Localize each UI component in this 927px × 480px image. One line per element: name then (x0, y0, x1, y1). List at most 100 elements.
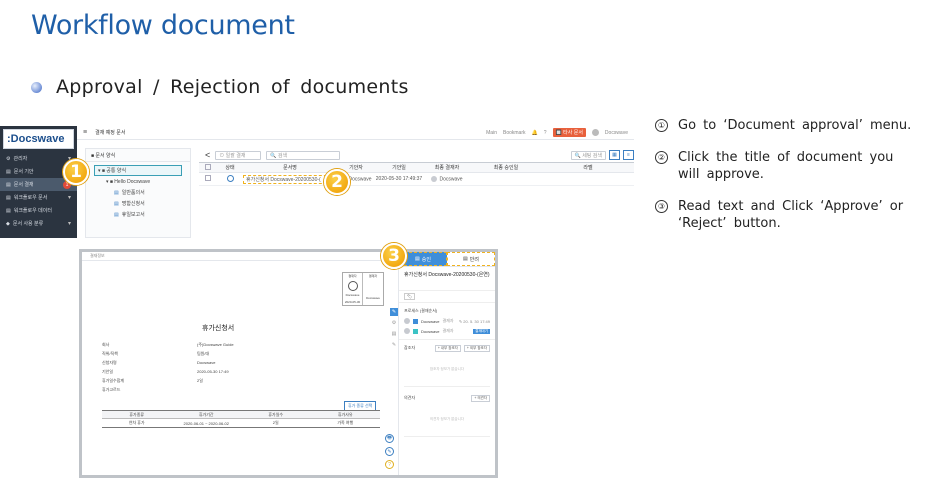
column-header[interactable]: 최종 결재자 (423, 164, 471, 171)
stamp-header: 결재자 (368, 274, 378, 278)
bullet-text: Approval / Rejection of documents (56, 76, 409, 98)
document-icon: ▤ (114, 200, 119, 207)
field-label: 휴가고르드 (102, 386, 121, 392)
column-header[interactable]: 기안일 (375, 164, 423, 171)
approver-meta: ✎ 20. 5. 30 17:49 (458, 318, 490, 324)
list-icon[interactable]: ▤ (390, 330, 398, 338)
sidebar-item-workflow-data[interactable]: ▤ 워크플로우 데이터 (0, 204, 77, 217)
add-opinion-button[interactable]: + 의견자 (471, 394, 490, 402)
panel-document-title: 휴가신청서 Docswave-20200530-(은연) (399, 267, 495, 291)
form-tree-panel: ■ 문서 양식 ▾ ■ 공통 양식 ▾ ■ Hello Docswave ▤ 일… (85, 148, 191, 238)
section-label: 프로세스 (결재순서) (404, 308, 438, 313)
hamburger-menu-icon[interactable]: ≡ (83, 129, 87, 136)
row-checkbox[interactable] (199, 175, 217, 183)
tree-item-common-forms[interactable]: ▾ ■ 공통 양식 (94, 165, 182, 176)
step-number: ② (655, 151, 668, 164)
slide-title: Workflow document (31, 10, 295, 41)
column-header: 휴가사유 (337, 411, 353, 417)
table-cell: 연차 휴가 (128, 420, 145, 425)
grid-view-icon[interactable]: ▦ (609, 150, 620, 160)
bookmark-link[interactable]: Bookmark (503, 130, 526, 136)
step-item: ① Go to ‘Document approval’ menu. (655, 117, 920, 134)
table-row[interactable]: 휴가신청서 Docswave-20200530-( Docswave 2020-… (199, 173, 634, 186)
field-value: 2일 (197, 377, 203, 383)
tag-section: 🏷 (399, 291, 495, 302)
section-label: 참조자 (404, 345, 416, 350)
field-label: 휴가일수합계 (102, 377, 125, 383)
approver-role: 결재자 (442, 328, 454, 333)
callout-step-2: 2 (324, 169, 350, 195)
document-icon: ▤ (415, 256, 420, 262)
edit-icon[interactable]: ✎ (385, 447, 394, 456)
stamp-header: 결재자 (348, 274, 357, 278)
search-settings-button[interactable]: 🔍 세팅 검색 (570, 150, 606, 160)
tag-icon[interactable]: 🏷 (404, 293, 416, 300)
column-header: 휴가일수 (268, 411, 284, 417)
bulk-approve-select[interactable]: ⊙ 일괄 결재 (215, 150, 262, 160)
approver-name: Docswave (421, 328, 440, 334)
column-header[interactable]: 라벨 (541, 164, 634, 171)
table-header: 휴가종류 휴가기간 휴가일수 휴가사유 (102, 410, 380, 419)
help-icon[interactable]: ? (385, 460, 394, 469)
add-internal-cc-button[interactable]: + 내부 참조자 (434, 344, 461, 352)
toolbar-right: 🔍 세팅 검색 ▦ ≡ (570, 150, 634, 160)
print-icon[interactable]: 🖶 (385, 434, 394, 443)
external-docs-button[interactable]: 🔲 타사 문서 (552, 128, 586, 137)
approver-row: Docswave 결재자 ✎ 20. 5. 30 17:49 (404, 316, 490, 326)
field-row: 휴가고르드 (102, 385, 362, 394)
settings-icon[interactable]: ⚙ (390, 319, 398, 327)
cc-header: 참조자 + 내부 참조자 + 외부 참조자 (404, 343, 490, 353)
step-item: ③ Read text and Click ‘Approve’ or ‘Reje… (655, 198, 920, 232)
column-header[interactable]: 문서명 (243, 164, 337, 171)
approver-name: Docswave (421, 318, 440, 324)
field-row: 직위/직책 팀원/대 (102, 349, 362, 358)
stamp-cell: 결재자 Docswave (363, 273, 383, 305)
steps-list: ① Go to ‘Document approval’ menu. ② Clic… (655, 117, 920, 247)
user-avatar[interactable] (591, 129, 599, 136)
tree-item-label: ▾ ■ Hello Docswave (106, 178, 151, 185)
column-header[interactable]: 상태 (217, 164, 243, 171)
list-view-icon[interactable]: ≡ (623, 150, 634, 160)
reject-button[interactable]: ▤ 반려 (447, 252, 495, 266)
tree-item-hello-docswave[interactable]: ▾ ■ Hello Docswave (86, 176, 190, 187)
sidebar-item-label: 문서 사용 분류 (12, 221, 44, 227)
field-value: Docswave (197, 360, 216, 365)
approval-tabs: ▤ 승인 ▤ 반려 (399, 252, 495, 267)
status-play-icon (217, 174, 243, 184)
document-icon: ▤ (6, 207, 11, 214)
step-text: Click the title of document you will app… (678, 150, 894, 182)
callout-step-3: 3 (381, 243, 407, 269)
document-view: 결재정보 결재자 Docswave 2020-05-30 결재자 Docswav… (82, 252, 384, 475)
chevron-left-icon[interactable]: < (205, 150, 210, 160)
tree-item-form[interactable]: ▤ 일반품의서 (86, 187, 190, 198)
sidebar-item-label: 문서 기안 (13, 169, 34, 175)
step-text: Go to ‘Document approval’ menu. (678, 118, 912, 133)
column-header[interactable]: 최종 승인일 (471, 164, 541, 171)
drafter-name: Docswave (348, 176, 372, 183)
search-input[interactable]: 🔍 검색 (266, 150, 341, 160)
select-all-checkbox[interactable] (199, 163, 217, 172)
table-row: 연차 휴가 2020-06-01 ~ 2020-06-02 2일 가족 여행 (102, 419, 380, 428)
cc-empty-text: 참조자 정보가 없습니다 (404, 353, 490, 387)
help-icon[interactable]: ? (544, 130, 547, 136)
tree-item-form[interactable]: ▤ 명함신청서 (86, 198, 190, 209)
sidebar-item-doc-category[interactable]: ◆ 문서 사용 분류 ▾ (0, 217, 77, 230)
side-tools: ✎ ⚙ ▤ ✎ (390, 308, 398, 349)
section-label: 의견자 (404, 395, 416, 400)
add-external-cc-button[interactable]: + 외부 참조자 (463, 344, 490, 352)
bullet-dot-icon (31, 81, 42, 93)
field-label: 신청자명 (102, 359, 117, 365)
document-title-link[interactable]: 휴가신청서 Docswave-20200530-( (243, 174, 337, 184)
main-link[interactable]: Main (486, 130, 497, 136)
user-name[interactable]: Docswave (605, 130, 628, 136)
avatar (404, 318, 410, 324)
tree-item-form[interactable]: ▤ 휴일보고서 (86, 209, 190, 220)
bullet-row: Approval / Rejection of documents (31, 76, 409, 98)
column-header: 휴가종류 (129, 411, 145, 417)
edit-icon[interactable]: ✎ (390, 308, 398, 316)
sidebar-item-workflow-docs[interactable]: ▤ 워크플로우 문서 ▾ (0, 191, 77, 204)
step-item: ② Click the title of document you will a… (655, 149, 920, 183)
pen-icon[interactable]: ✎ (390, 341, 398, 349)
bell-icon[interactable]: 🔔 (532, 130, 538, 136)
approver-role: 결재자 (442, 318, 454, 323)
